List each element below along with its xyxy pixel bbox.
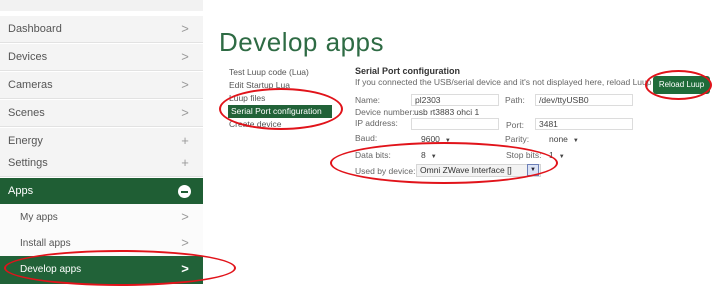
serial-section-description: If you connected the USB/serial device a… (355, 77, 652, 87)
sidebar-item-label: Devices (8, 51, 48, 63)
dropdown-arrow-icon: ▼ (558, 154, 565, 160)
used-by-device-label: Used by device: (355, 166, 416, 176)
sidebar-item-label: Cameras (8, 79, 53, 91)
ip-address-field[interactable] (411, 118, 499, 130)
reload-luup-button[interactable]: Reload Luup (653, 76, 710, 94)
chevron-right-icon: > (181, 261, 189, 276)
parity-value: none (549, 134, 568, 144)
plus-icon: + (181, 133, 189, 148)
sidebar-item-settings[interactable]: Settings + (0, 150, 203, 177)
sidebar-item-label: My apps (20, 212, 58, 223)
dropdown-arrow-icon[interactable]: ▼ (527, 164, 539, 176)
chevron-right-icon: > (181, 77, 189, 92)
sidebar-item-install-apps[interactable]: Install apps > (0, 230, 203, 257)
sidebar-item-cameras[interactable]: Cameras > (0, 72, 203, 99)
used-by-device-select[interactable]: Omni ZWave Interface [] (416, 164, 541, 177)
submenu-edit-startup-lua[interactable]: Edit Startup Lua (229, 79, 339, 92)
sidebar-item-develop-apps[interactable]: Develop apps > (0, 256, 203, 284)
sidebar-item-label: Settings (8, 157, 48, 169)
sidebar-top-strip (0, 0, 203, 11)
chevron-right-icon: > (181, 209, 189, 224)
baud-value: 9600 (421, 134, 440, 144)
sidebar-item-label: Develop apps (20, 264, 82, 275)
sidebar-item-label: Apps (8, 185, 34, 197)
device-number-value: usb rt3883 ohci 1 (414, 107, 480, 117)
parity-label: Parity: (505, 134, 530, 144)
sidebar-item-label: Scenes (8, 107, 45, 119)
sidebar-item-scenes[interactable]: Scenes > (0, 100, 203, 127)
parity-select[interactable]: none ▼ (549, 134, 579, 144)
path-label: Path: (505, 95, 525, 105)
page-title: Develop apps (219, 27, 384, 57)
sidebar-item-my-apps[interactable]: My apps > (0, 204, 203, 231)
name-label: Name: (355, 95, 381, 105)
data-bits-label: Data bits: (355, 150, 391, 160)
port-field[interactable]: 3481 (535, 118, 633, 130)
plus-icon: + (181, 155, 189, 170)
baud-select[interactable]: 9600 ▼ (421, 134, 451, 144)
data-bits-value: 8 (421, 150, 426, 160)
path-field[interactable]: /dev/ttyUSB0 (535, 94, 633, 106)
sidebar-item-apps[interactable]: Apps (0, 178, 203, 205)
dropdown-arrow-icon: ▼ (430, 154, 437, 160)
submenu-create-device[interactable]: Create device (229, 118, 339, 131)
submenu-luup-files[interactable]: Luup files (229, 92, 339, 105)
port-label: Port: (506, 120, 524, 130)
data-bits-select[interactable]: 8 ▼ (421, 150, 437, 160)
sidebar-item-dashboard[interactable]: Dashboard > (0, 16, 203, 43)
serial-section-title: Serial Port configuration (355, 66, 461, 76)
chevron-right-icon: > (181, 49, 189, 64)
sidebar-item-label: Install apps (20, 238, 71, 249)
device-number-label: Device number: (355, 107, 415, 117)
dropdown-arrow-icon: ▼ (444, 138, 451, 144)
sidebar-item-label: Energy (8, 135, 43, 147)
submenu-serial-port-configuration[interactable]: Serial Port configuration (228, 105, 332, 118)
chevron-right-icon: > (181, 235, 189, 250)
stop-bits-select[interactable]: 1 ▼ (549, 150, 565, 160)
dropdown-arrow-icon: ▼ (572, 138, 579, 144)
develop-submenu: Test Luup code (Lua) Edit Startup Lua Lu… (228, 66, 339, 131)
chevron-right-icon: > (181, 21, 189, 36)
annotation-circle-used-by-device (330, 142, 558, 184)
submenu-test-luup-code[interactable]: Test Luup code (Lua) (229, 66, 339, 79)
stop-bits-label: Stop bits: (506, 150, 542, 160)
minus-circle-icon (178, 185, 191, 198)
sidebar-item-label: Dashboard (8, 23, 62, 35)
sidebar: Dashboard > Devices > Cameras > Scenes >… (0, 0, 203, 286)
sidebar-item-devices[interactable]: Devices > (0, 44, 203, 71)
ip-address-label: IP address: (355, 118, 398, 128)
stop-bits-value: 1 (549, 150, 554, 160)
name-field[interactable]: pl2303 (411, 94, 499, 106)
baud-label: Baud: (355, 133, 378, 143)
chevron-right-icon: > (181, 105, 189, 120)
